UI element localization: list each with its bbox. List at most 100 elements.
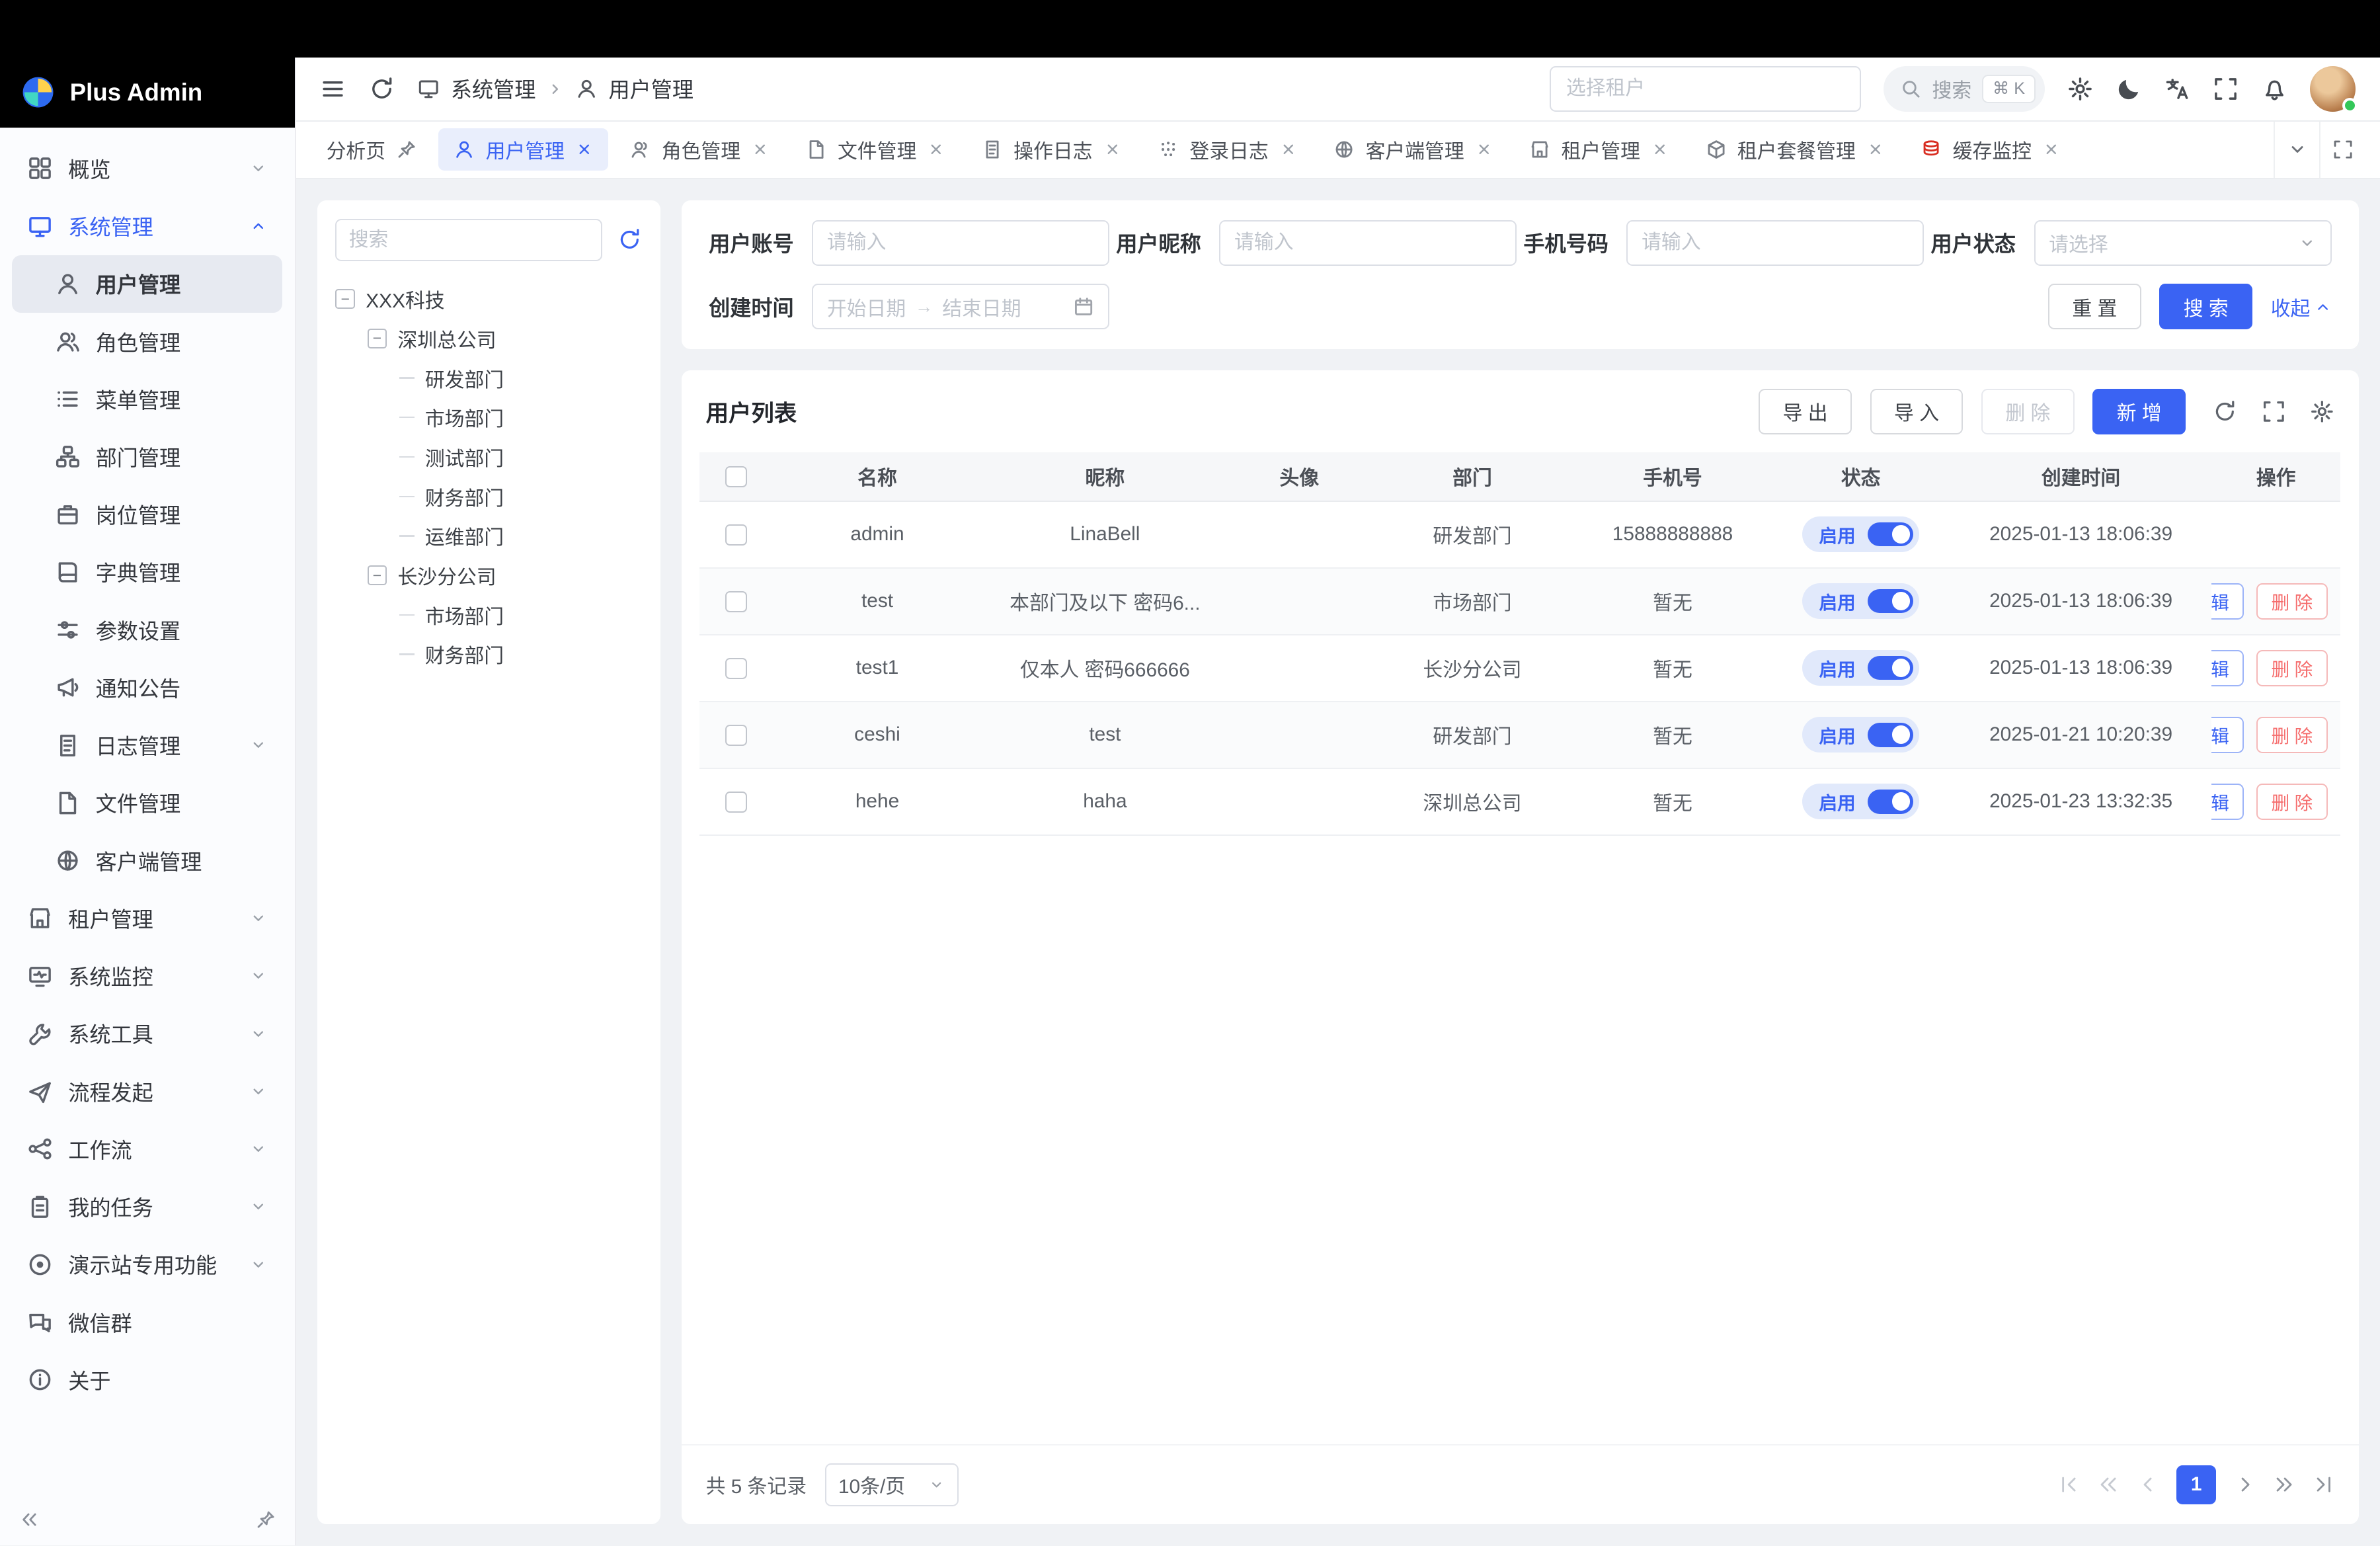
sidebar-item-my-tasks[interactable]: 我的任务	[12, 1178, 282, 1235]
sidebar-item-post-management[interactable]: 岗位管理	[12, 486, 282, 544]
status-toggle[interactable]: 启用	[1802, 583, 1919, 619]
tenant-select[interactable]	[1550, 66, 1861, 112]
refresh-page-button[interactable]	[369, 76, 395, 102]
sidebar-item-system-tools[interactable]: 系统工具	[12, 1005, 282, 1063]
fullscreen-button[interactable]	[2213, 76, 2239, 102]
tree-node-dept[interactable]: 市场部门	[335, 397, 642, 437]
delete-button[interactable]: 删 除	[2256, 583, 2328, 620]
sidebar-item-system-management[interactable]: 系统管理	[12, 197, 282, 255]
tab-file-management[interactable]: 文件管理	[791, 128, 961, 171]
close-tab-icon[interactable]	[927, 140, 945, 159]
tab-role-management[interactable]: 角色管理	[615, 128, 785, 171]
global-search-button[interactable]: 搜索 ⌘ K	[1884, 66, 2045, 112]
row-checkbox[interactable]	[725, 658, 746, 679]
sidebar-item-notice-announcement[interactable]: 通知公告	[12, 659, 282, 716]
edit-button[interactable]: 编 辑	[2211, 583, 2244, 620]
breadcrumb-level-1[interactable]: 系统管理	[451, 73, 536, 104]
settings-button[interactable]	[2067, 76, 2093, 102]
edit-button[interactable]: 编 辑	[2211, 784, 2244, 820]
sidebar-item-system-monitor[interactable]: 系统监控	[12, 947, 282, 1004]
row-checkbox[interactable]	[725, 792, 746, 813]
pagination-prev-button[interactable]	[2137, 1474, 2159, 1495]
sidebar-item-overview[interactable]: 概览	[12, 140, 282, 197]
edit-button[interactable]: 编 辑	[2211, 650, 2244, 686]
tab-cache-monitor[interactable]: 缓存监控	[1906, 128, 2076, 171]
close-tab-icon[interactable]	[1866, 140, 1885, 159]
sidebar-item-department-management[interactable]: 部门管理	[12, 428, 282, 485]
tree-node-dept[interactable]: 财务部门	[335, 477, 642, 516]
tree-node-dept[interactable]: 市场部门	[335, 595, 642, 635]
page-size-select[interactable]: 10条/页	[825, 1463, 959, 1506]
pagination-first-button[interactable]	[2058, 1474, 2079, 1495]
status-toggle[interactable]: 启用	[1802, 717, 1919, 753]
toggle-switch[interactable]	[1868, 656, 1913, 680]
toggle-switch[interactable]	[1868, 589, 1913, 614]
refresh-table-icon[interactable]	[2213, 399, 2237, 424]
collapse-node-icon[interactable]: −	[368, 329, 387, 348]
import-button[interactable]: 导 入	[1870, 389, 1964, 434]
notifications-button[interactable]	[2262, 76, 2287, 102]
sidebar-item-file-management[interactable]: 文件管理	[12, 774, 282, 832]
toggle-switch[interactable]	[1868, 790, 1913, 814]
sidebar-item-demo-features[interactable]: 演示站专用功能	[12, 1236, 282, 1293]
phone-input[interactable]	[1642, 231, 1909, 254]
close-tab-icon[interactable]	[1103, 140, 1122, 159]
sidebar-item-workflow[interactable]: 工作流	[12, 1120, 282, 1178]
tab-login-log[interactable]: 登录日志	[1142, 128, 1312, 171]
sidebar-item-process-initiation[interactable]: 流程发起	[12, 1063, 282, 1120]
sidebar-item-parameter-settings[interactable]: 参数设置	[12, 601, 282, 659]
pagination-next-jump-button[interactable]	[2274, 1474, 2295, 1495]
status-toggle[interactable]: 启用	[1802, 784, 1919, 819]
pagination-page-1-button[interactable]: 1	[2176, 1465, 2216, 1505]
sidebar-item-about[interactable]: 关于	[12, 1351, 282, 1408]
pagination-prev-jump-button[interactable]	[2098, 1474, 2119, 1495]
tree-search-input[interactable]	[349, 229, 589, 251]
collapse-filters-button[interactable]: 收起	[2271, 292, 2332, 321]
column-settings-icon[interactable]	[2310, 399, 2334, 424]
tab-operation-log[interactable]: 操作日志	[967, 128, 1136, 171]
reset-button[interactable]: 重 置	[2048, 284, 2141, 329]
close-tab-icon[interactable]	[1651, 140, 1669, 159]
row-checkbox[interactable]	[725, 524, 746, 546]
collapse-node-icon[interactable]: −	[335, 289, 355, 309]
menu-toggle-button[interactable]	[320, 76, 346, 102]
tab-tenant-package-management[interactable]: 租户套餐管理	[1690, 128, 1900, 171]
batch-delete-button[interactable]: 删 除	[1981, 389, 2075, 434]
collapse-node-icon[interactable]: −	[368, 565, 387, 585]
sidebar-item-tenant-management[interactable]: 租户管理	[12, 889, 282, 947]
breadcrumb-level-2[interactable]: 用户管理	[609, 73, 694, 104]
tab-tenant-management[interactable]: 租户管理	[1514, 128, 1684, 171]
user-avatar[interactable]	[2310, 66, 2356, 112]
pin-icon[interactable]	[396, 139, 417, 160]
tree-node-company[interactable]: −XXX科技	[335, 279, 642, 319]
add-user-button[interactable]: 新 增	[2092, 389, 2186, 434]
tree-node-dept[interactable]: 测试部门	[335, 437, 642, 477]
close-tab-icon[interactable]	[575, 140, 594, 159]
tab-analysis-page[interactable]: 分析页	[311, 128, 433, 171]
sidebar-item-client-management[interactable]: 客户端管理	[12, 832, 282, 889]
table-fullscreen-icon[interactable]	[2262, 399, 2286, 424]
dark-mode-button[interactable]	[2116, 76, 2142, 102]
status-toggle[interactable]: 启用	[1802, 516, 1919, 552]
status-select[interactable]: 请选择	[2034, 220, 2332, 266]
close-tab-icon[interactable]	[751, 140, 770, 159]
content-fullscreen-button[interactable]	[2319, 122, 2365, 178]
close-tab-icon[interactable]	[1279, 140, 1298, 159]
delete-button[interactable]: 删 除	[2256, 717, 2328, 753]
tree-node-branch[interactable]: −长沙分公司	[335, 555, 642, 595]
tenant-select-input[interactable]	[1566, 77, 1844, 100]
pagination-next-button[interactable]	[2235, 1474, 2256, 1495]
delete-button[interactable]: 删 除	[2256, 650, 2328, 686]
sidebar-pin-icon[interactable]	[255, 1509, 276, 1530]
tree-refresh-icon[interactable]	[617, 227, 642, 252]
toggle-switch[interactable]	[1868, 723, 1913, 747]
tree-node-dept[interactable]: 研发部门	[335, 358, 642, 398]
toggle-switch[interactable]	[1868, 522, 1913, 547]
tab-user-management[interactable]: 用户管理	[438, 128, 608, 171]
tree-node-dept[interactable]: 运维部门	[335, 516, 642, 556]
search-button[interactable]: 搜 索	[2159, 284, 2252, 329]
sidebar-item-dict-management[interactable]: 字典管理	[12, 544, 282, 601]
sidebar-item-log-management[interactable]: 日志管理	[12, 717, 282, 774]
delete-button[interactable]: 删 除	[2256, 784, 2328, 820]
collapse-sidebar-icon[interactable]	[19, 1509, 40, 1530]
